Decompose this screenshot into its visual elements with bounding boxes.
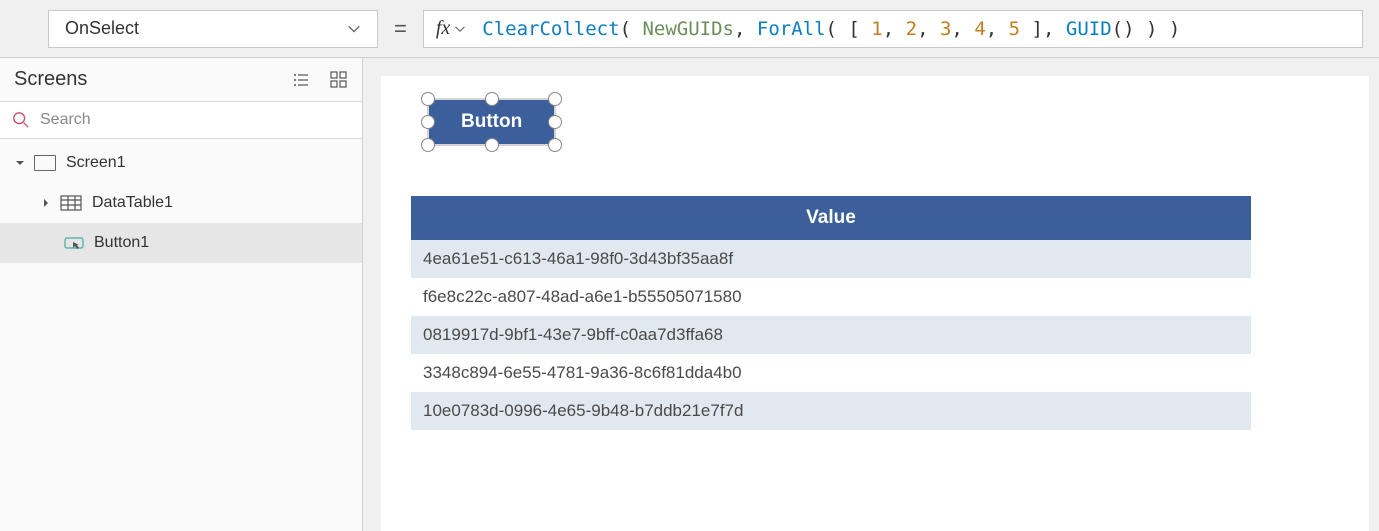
resize-handle-ml[interactable] [421,115,435,129]
tree-panel: Screens [0,58,363,531]
table-row[interactable]: 4ea61e51-c613-46a1-98f0-3d43bf35aa8f [411,240,1251,278]
caret-right-icon[interactable] [40,197,52,209]
tree-item-datatable1[interactable]: DataTable1 [0,183,362,223]
list-view-icon[interactable] [292,71,310,89]
resize-handle-tl[interactable] [421,92,435,106]
search-box[interactable] [0,101,362,139]
table-header-value[interactable]: Value [411,196,1251,240]
search-input[interactable] [40,111,350,129]
formula-bar[interactable]: fx ClearCollect( NewGUIDs, ForAll( [ 1, … [423,10,1363,48]
resize-handle-tc[interactable] [485,92,499,106]
main-area: Screens [0,58,1379,531]
tree-view: Screen1 DataTable1 Button1 [0,139,362,531]
table-row[interactable]: 3348c894-6e55-4781-9a36-8c6f81dda4b0 [411,354,1251,392]
chevron-down-icon [347,22,361,36]
resize-handle-br[interactable] [548,138,562,152]
property-dropdown[interactable]: OnSelect [48,10,378,48]
tree-label: Button1 [94,234,149,252]
resize-handle-mr[interactable] [548,115,562,129]
canvas-area: Button Value 4ea61e51-c613-46a1-98f0-3d4… [363,58,1379,531]
canvas-surface[interactable]: Button Value 4ea61e51-c613-46a1-98f0-3d4… [381,76,1369,531]
equals-label: = [394,16,407,42]
table-body: 4ea61e51-c613-46a1-98f0-3d43bf35aa8ff6e8… [411,240,1251,430]
top-bar: OnSelect = fx ClearCollect( NewGUIDs, Fo… [0,0,1379,58]
tree-label: Screen1 [66,154,126,172]
caret-down-icon[interactable] [14,157,26,169]
chevron-down-icon[interactable] [454,23,466,35]
fx-label: fx [436,17,450,40]
button-control-selection[interactable]: Button [429,100,554,144]
formula-text[interactable]: ClearCollect( NewGUIDs, ForAll( [ 1, 2, … [482,18,1180,40]
property-dropdown-value: OnSelect [65,18,139,39]
grid-view-icon[interactable] [330,71,348,89]
resize-handle-bl[interactable] [421,138,435,152]
table-row[interactable]: 0819917d-9bf1-43e7-9bff-c0aa7d3ffa68 [411,316,1251,354]
search-icon [12,111,30,129]
datatable-icon [60,195,82,211]
tree-item-screen1[interactable]: Screen1 [0,143,362,183]
resize-handle-bc[interactable] [485,138,499,152]
screens-title: Screens [14,68,87,91]
table-row[interactable]: f6e8c22c-a807-48ad-a6e1-b55505071580 [411,278,1251,316]
tree-label: DataTable1 [92,194,173,212]
screen-icon [34,155,56,171]
screens-header: Screens [0,58,362,101]
tree-item-button1[interactable]: Button1 [0,223,362,263]
table-row[interactable]: 10e0783d-0996-4e65-9b48-b7ddb21e7f7d [411,392,1251,430]
resize-handle-tr[interactable] [548,92,562,106]
data-table-control[interactable]: Value 4ea61e51-c613-46a1-98f0-3d43bf35aa… [411,196,1251,430]
button-icon [64,235,84,251]
